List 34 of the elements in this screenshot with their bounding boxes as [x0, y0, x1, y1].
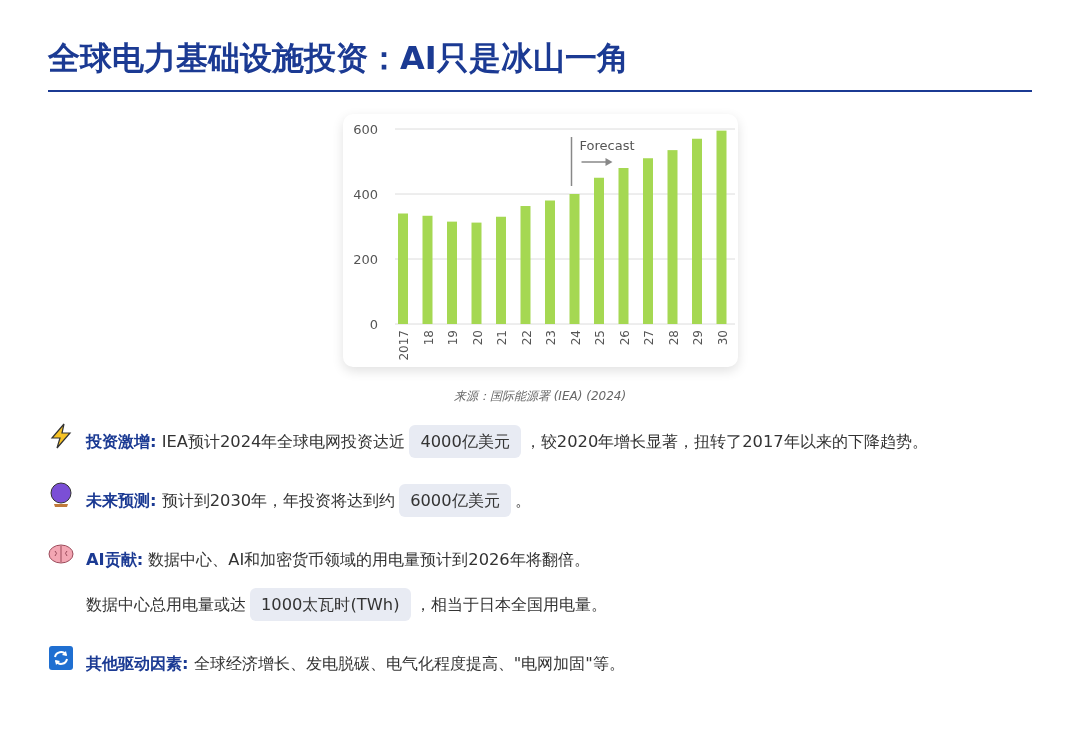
- x-axis-label: 22: [519, 329, 533, 345]
- y-axis-label: 600: [352, 121, 378, 137]
- refresh-icon: [48, 644, 74, 671]
- caption: 来源：国际能源署 (IEA) (2024): [452, 387, 628, 405]
- bullet-text: 数据中心总用电量或达 1000太瓦时(TWh) ，相当于日本全国用电量。: [86, 581, 607, 627]
- y-axis-label: 200: [352, 251, 378, 267]
- x-axis-label: 30: [715, 329, 729, 345]
- y-axis-label: 0: [369, 316, 378, 332]
- x-axis-label: 29: [690, 329, 705, 345]
- x-axis-label: 21: [494, 329, 509, 345]
- x-axis-label: 2017: [396, 329, 411, 361]
- x-axis-label: 27: [641, 329, 656, 345]
- x-axis-label: 18: [421, 329, 435, 345]
- highlighted-value: 4000亿美元: [409, 424, 521, 458]
- forecast-divider: [570, 135, 572, 187]
- arrow-icon: [580, 157, 612, 166]
- y-axis-label: 400: [352, 186, 378, 202]
- x-axis-label: 25: [592, 329, 607, 345]
- crystal-ball-icon: [48, 481, 74, 508]
- x-axis-label: 20: [470, 329, 484, 345]
- x-axis-label: 26: [617, 329, 631, 345]
- bullet-text: 其他驱动因素: 全球经济增长、发电脱碳、电气化程度提高、"电网加固"等。: [86, 652, 625, 675]
- bullet-text: 投资激增: IEA预计2024年全球电网投资达近 4000亿美元 ，较2020年增长显著，扭转了2017年以来的下降趋势。: [86, 418, 928, 464]
- x-axis-label: 19: [445, 329, 460, 345]
- highlighted-value: 1000太瓦时(TWh): [250, 587, 411, 621]
- x-axis-label: 28: [666, 329, 680, 345]
- bullet-text: AI贡献: 数据中心、AI和加密货币领域的用电量预计到2026年将翻倍。: [86, 548, 591, 571]
- highlighted-value: 6000亿美元: [399, 483, 511, 517]
- x-axis-label: 23: [543, 329, 558, 345]
- annotation-label: Forecast: [579, 137, 634, 153]
- lightning-icon: [48, 422, 74, 449]
- x-axis-label: 24: [568, 329, 582, 345]
- page-title: 全球电力基础设施投资：AI只是冰山一角: [48, 38, 1032, 92]
- bullet-text: 未来预测: 预计到2030年，年投资将达到约 6000亿美元 。: [86, 477, 531, 523]
